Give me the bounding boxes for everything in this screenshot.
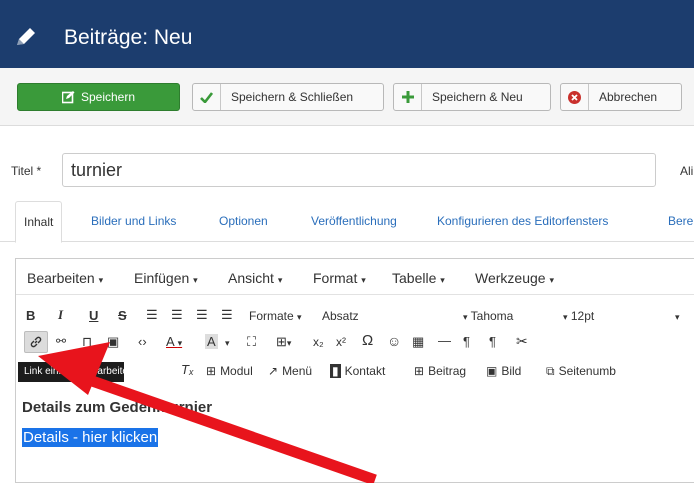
text-color-icon[interactable]: A ▾ — [166, 334, 182, 349]
save-close-button[interactable]: Speichern & Schließen — [192, 83, 384, 111]
underline-button[interactable]: U — [89, 308, 98, 323]
rich-text-editor: Bearbeiten ▾ Einfügen ▾ Ansicht ▾ Format… — [15, 258, 694, 483]
superscript-icon[interactable]: x² — [336, 335, 346, 349]
align-right-icon[interactable]: ☰ — [196, 307, 208, 323]
modul-button[interactable]: ⊞ Modul — [206, 360, 253, 382]
fullscreen-icon[interactable]: ⛶ — [247, 334, 256, 350]
contact-icon: ▮ — [330, 364, 341, 378]
background-color-caret[interactable]: ▾ — [225, 334, 230, 349]
code-icon[interactable]: ‹› — [138, 334, 147, 349]
link-icon — [30, 336, 42, 348]
beitrag-button[interactable]: ⊞ Beitrag — [414, 360, 466, 382]
tab-editorfenster[interactable]: Konfigurieren des Editorfensters — [437, 201, 608, 242]
rtl-icon[interactable]: ¶ — [489, 334, 496, 349]
content-heading: Details zum Gedenkturnier — [22, 399, 213, 416]
save-new-label: Speichern & Neu — [432, 90, 523, 104]
align-left-icon[interactable]: ☰ — [146, 307, 158, 323]
page-title: Beiträge: Neu — [64, 26, 193, 49]
picture-icon: ▣ — [486, 364, 498, 378]
cancel-button[interactable]: Abbrechen — [560, 83, 682, 111]
title-row: Titel * turnier Ali — [0, 150, 694, 190]
tab-optionen[interactable]: Optionen — [219, 201, 268, 242]
add-icon: ⊞ — [206, 364, 217, 378]
link-tooltip: Link einfügen/bearbeiten — [18, 362, 124, 382]
menu-button[interactable]: ↗ Menü — [268, 360, 312, 382]
menu-werkzeuge[interactable]: Werkzeuge ▾ — [475, 270, 554, 286]
table-icon[interactable]: ⊞▾ — [276, 334, 291, 350]
align-justify-icon[interactable]: ☰ — [221, 307, 233, 323]
editor-menubar: Bearbeiten ▾ Einfügen ▾ Ansicht ▾ Format… — [16, 259, 694, 295]
menu-tabelle[interactable]: Tabelle ▾ — [392, 270, 445, 286]
strikethrough-button[interactable]: S — [118, 308, 127, 323]
font-family-dropdown[interactable]: ▾ Tahoma — [463, 309, 513, 323]
menu-ansicht[interactable]: Ansicht ▾ — [228, 270, 282, 286]
save-button[interactable]: Speichern — [17, 83, 180, 111]
insert-link-button[interactable] — [24, 331, 48, 353]
clear-format-icon[interactable]: Tₓ — [181, 362, 194, 377]
omega-icon[interactable]: Ω — [362, 332, 373, 349]
cancel-icon — [561, 84, 589, 110]
menu-einfuegen[interactable]: Einfügen ▾ — [134, 270, 198, 286]
action-toolbar: Speichern Speichern & Schließen Speicher… — [0, 68, 694, 126]
subscript-icon[interactable]: x₂ — [313, 335, 324, 349]
app-header: Beiträge: Neu — [0, 0, 694, 68]
save-new-button[interactable]: Speichern & Neu — [393, 83, 551, 111]
more-dropdown-caret[interactable]: ▾ — [675, 309, 680, 323]
menu-format[interactable]: Format ▾ — [313, 270, 366, 286]
unlink-icon[interactable]: ⚯ — [56, 334, 66, 348]
title-input[interactable]: turnier — [62, 153, 656, 187]
bold-button[interactable]: B — [26, 308, 35, 323]
align-center-icon[interactable]: ☰ — [171, 307, 183, 323]
cancel-label: Abbrechen — [599, 90, 658, 104]
tab-inhalt[interactable]: Inhalt — [15, 201, 63, 243]
ltr-icon[interactable]: ¶ — [463, 334, 470, 349]
emoticon-icon[interactable]: ☺ — [387, 333, 401, 349]
block-format-dropdown[interactable]: Absatz — [322, 309, 359, 323]
save-edit-icon — [61, 84, 75, 110]
background-color-icon[interactable]: A — [205, 334, 218, 349]
bild-button[interactable]: ▣ Bild — [486, 360, 521, 382]
bookmark-icon[interactable]: ⊓ — [82, 334, 92, 350]
seitenumbruch-button[interactable]: ⧉ Seitenumb — [546, 360, 616, 382]
image-icon[interactable]: ▣ — [107, 334, 119, 350]
save-close-label: Speichern & Schließen — [231, 90, 354, 104]
alias-label: Ali — [680, 164, 694, 178]
media-icon[interactable]: ▦ — [412, 334, 424, 350]
pagebreak-icon: ⧉ — [546, 363, 555, 378]
title-label: Titel * — [11, 164, 42, 178]
font-size-dropdown[interactable]: ▾ 12pt — [563, 309, 594, 323]
italic-button[interactable]: I — [58, 307, 63, 323]
pencil-icon — [17, 28, 35, 45]
tab-veroeffentlichung[interactable]: Veröffentlichung — [311, 201, 397, 242]
plus-icon — [394, 84, 422, 110]
menu-bearbeiten[interactable]: Bearbeiten ▾ — [27, 270, 103, 286]
selected-link-text[interactable]: Details - hier klicken — [22, 428, 159, 447]
kontakt-button[interactable]: ▮ Kontakt — [330, 360, 385, 382]
article-icon: ⊞ — [414, 364, 425, 378]
hr-icon[interactable]: — — [438, 333, 451, 348]
save-label: Speichern — [80, 90, 136, 104]
check-icon — [193, 84, 221, 110]
share-icon: ↗ — [268, 364, 279, 378]
formats-dropdown[interactable]: Formate ▾ — [249, 309, 302, 323]
tab-bilder-und-links[interactable]: Bilder und Links — [91, 201, 176, 242]
cut-icon[interactable]: ✂ — [516, 333, 528, 350]
tab-bere[interactable]: Bere — [668, 201, 693, 242]
tab-bar: Inhalt Bilder und Links Optionen Veröffe… — [0, 201, 694, 243]
